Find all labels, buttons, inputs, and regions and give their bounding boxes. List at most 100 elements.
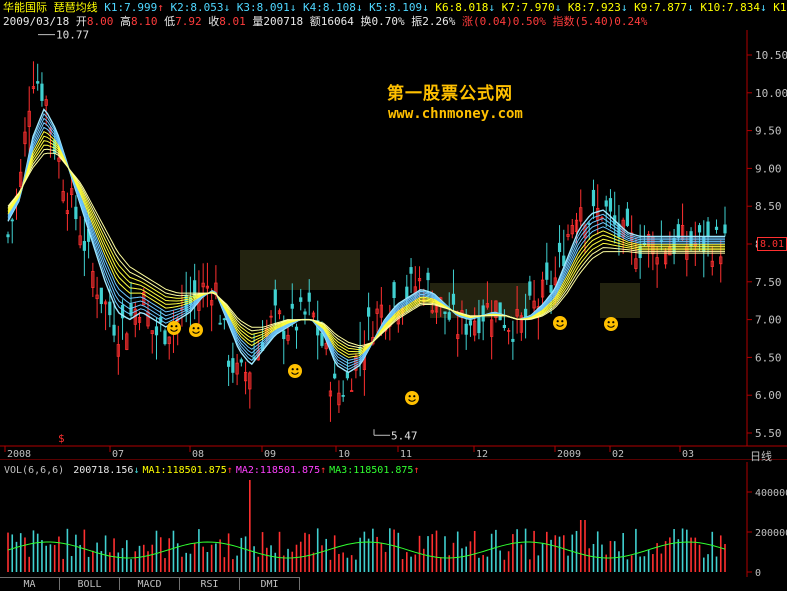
candle-body <box>290 303 294 309</box>
tab-dmi[interactable]: DMI <box>240 577 300 590</box>
amplitude-value: 2.26% <box>422 15 456 28</box>
price-tick-label: 6.50 <box>755 351 782 364</box>
time-tick-label: 07 <box>112 449 124 460</box>
candle-body <box>74 206 78 220</box>
indicator-tabs: MA BOLL MACD RSI DMI <box>0 577 787 590</box>
highlight-block <box>600 283 640 318</box>
turnover-value: 0.70% <box>371 15 405 28</box>
candle-body <box>341 395 345 397</box>
ma-arrow-8: ↓ <box>620 1 628 14</box>
candle-body <box>82 240 86 251</box>
candle-body <box>333 373 337 379</box>
time-tick-label: 2009 <box>557 449 581 460</box>
volume-title-part-9: ↑ <box>413 465 419 476</box>
volume-title-part-6: MA2:118501.875 <box>236 465 320 476</box>
candle-body <box>697 225 702 233</box>
indicator-header-row: 华能国际 琵琶均线 K1:7.999↑ K2:8.053↓ K3:8.091↓ … <box>3 1 787 14</box>
candle-body <box>608 198 613 212</box>
smiley-signal-icon <box>189 323 203 337</box>
candle-body <box>108 301 112 316</box>
stock-name[interactable]: 华能国际 <box>3 1 47 14</box>
volume-value: 200718 <box>263 15 304 28</box>
change-value: (0.04)0.50% <box>472 15 546 28</box>
volume-tick-label: 400000 <box>755 488 787 499</box>
price-tick-label: 9.50 <box>755 125 782 138</box>
smiley-signal-icon <box>167 321 181 335</box>
candle-body <box>6 234 10 238</box>
candle-body <box>367 307 371 317</box>
amplitude-label: 振 <box>411 15 423 28</box>
candle-body <box>227 360 231 367</box>
candle-body <box>477 316 481 334</box>
low-annotation: 5.47 <box>391 429 418 442</box>
ma-value-2: K2:8.053 <box>163 1 224 14</box>
time-tick-label: 2008 <box>7 449 31 460</box>
candle-body <box>557 242 562 253</box>
candle-body <box>409 267 413 274</box>
volume-title-part-2: 200718.156 <box>73 465 133 476</box>
watermark-title: 第一股票公式网 <box>387 84 513 104</box>
indicator-name[interactable]: 琵琶均线 <box>54 1 98 14</box>
candle-body <box>714 226 719 230</box>
index-label: 指数 <box>552 15 575 28</box>
ma-arrow-1: ↑ <box>157 1 164 14</box>
candle-body <box>320 332 324 346</box>
volume-title-part-3: ↓ <box>133 465 139 476</box>
candle-body <box>239 359 243 363</box>
low-value: 7.92 <box>175 15 202 28</box>
amount-value: 16064 <box>320 15 354 28</box>
volume-title-part-1: VOL(6,6,6) <box>4 465 70 476</box>
price-tick-label: 7.00 <box>755 314 782 327</box>
price-tick-label: 7.50 <box>755 276 782 289</box>
candle-body <box>464 323 468 335</box>
ma-value-list: K1:7.999↑ K2:8.053↓ K3:8.091↓ K4:8.108↓ … <box>104 1 787 14</box>
close-value: 8.01 <box>219 15 246 28</box>
price-tick-label: 10.00 <box>755 87 787 100</box>
price-tick-label: 6.00 <box>755 389 782 402</box>
tab-boll[interactable]: BOLL <box>60 577 120 590</box>
smiley-signal-icon <box>553 316 567 330</box>
tab-rsi[interactable]: RSI <box>180 577 240 590</box>
candle-body <box>36 81 40 84</box>
ma-value-5: K5:8.109 <box>362 1 423 14</box>
ma-arrow-5: ↓ <box>422 1 429 14</box>
candle-body <box>99 287 103 305</box>
volume-tick-label: 200000 <box>755 528 787 539</box>
volume-tick-label: 0 <box>755 568 761 577</box>
candle-body <box>299 297 303 302</box>
time-tick-label: 10 <box>338 449 350 460</box>
ma-value-6: K6:8.018 <box>428 1 489 14</box>
volume-chart[interactable]: VOL(6,6,6) 200718.156↓ MA1:118501.875 ↑ MA2… <box>0 462 787 577</box>
candle-body <box>511 338 515 342</box>
time-tick-label: 11 <box>400 449 412 460</box>
change-label: 涨 <box>461 15 473 28</box>
dollar-marker: $ <box>58 432 65 445</box>
candle-body <box>154 326 159 336</box>
candle-body <box>10 219 14 222</box>
index-value: (5.40)0.24% <box>574 15 648 28</box>
quote-row: 2009/03/18 开8.00 高8.10 低7.92 收8.01 量2007… <box>3 15 647 28</box>
candle-body <box>468 320 473 326</box>
time-tick-label: 12 <box>476 449 488 460</box>
candle-body <box>502 324 506 329</box>
volume-title-part-4: MA1:118501.875 <box>142 465 226 476</box>
tab-macd[interactable]: MACD <box>120 577 180 590</box>
ma-arrow-9: ↓ <box>687 1 694 14</box>
candle-body <box>273 289 277 306</box>
candle-body <box>303 311 307 315</box>
price-tick-label: 5.50 <box>755 427 782 440</box>
smiley-signal-icon <box>405 391 419 405</box>
tab-ma[interactable]: MA <box>0 577 60 590</box>
ma-value-7: K7:7.970 <box>495 1 555 14</box>
low-label: 低 <box>164 15 176 28</box>
volume-title-part-8: MA3:118501.875 <box>329 465 413 476</box>
ma-arrow-10: ↓ <box>759 1 767 14</box>
candle-body <box>604 200 608 207</box>
high-annotation: 10.77 <box>56 30 89 42</box>
ma-value-9: K9:7.877 <box>627 1 688 14</box>
candle-body <box>222 318 226 321</box>
ma-value-10: K10:7.834 <box>693 1 760 14</box>
volume-title: VOL(6,6,6) 200718.156↓ MA1:118501.875 ↑ MA2… <box>4 465 419 476</box>
candle-body <box>294 326 299 331</box>
candle-body <box>481 305 485 322</box>
